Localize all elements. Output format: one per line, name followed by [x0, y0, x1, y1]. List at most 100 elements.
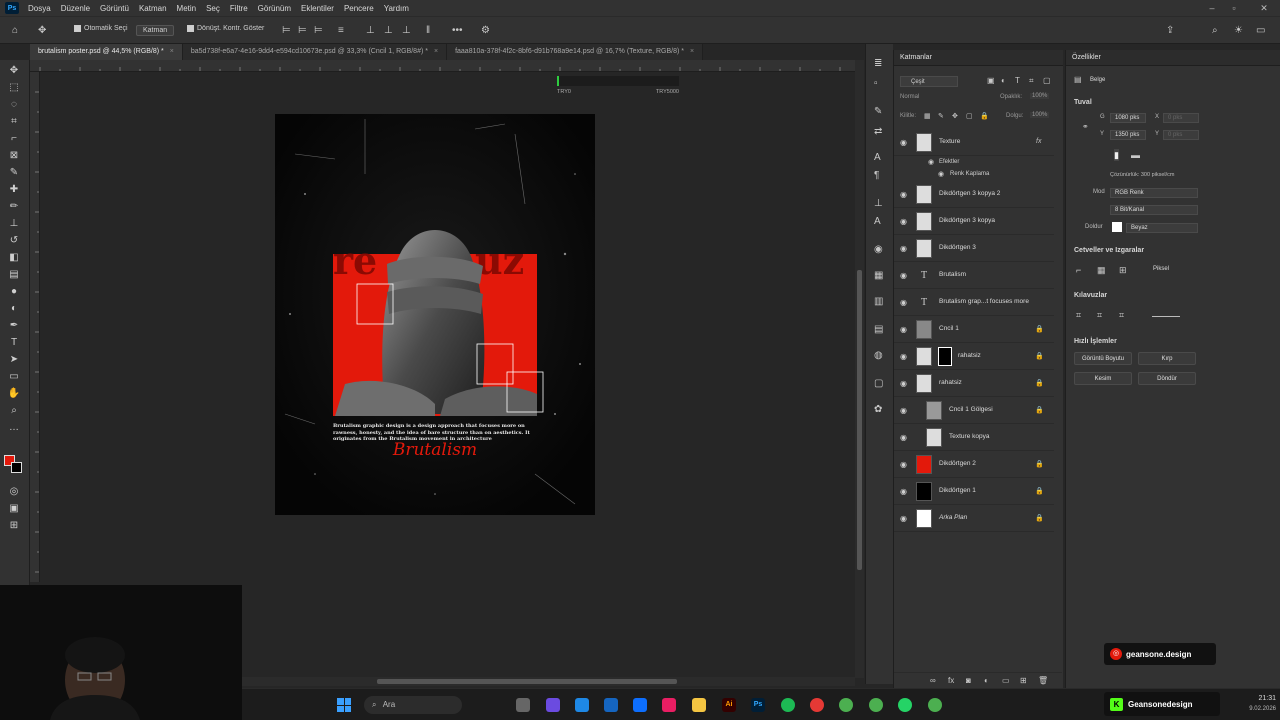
align-center-icon[interactable]: ⊨: [298, 25, 307, 37]
layer-row[interactable]: ◉ T Brutalism grap...t focuses more: [894, 289, 1054, 316]
visibility-eye-icon[interactable]: ◉: [938, 170, 944, 178]
visibility-eye-icon[interactable]: ◉: [928, 158, 934, 166]
layer-row[interactable]: ◉ Dikdörtgen 2 🔒: [894, 451, 1054, 478]
screen-mode-icon[interactable]: ▣: [7, 502, 21, 516]
layer-row[interactable]: ◉ rahatsiz 🔒: [894, 370, 1054, 397]
fill-field[interactable]: 100%: [1030, 112, 1050, 118]
bitdepth-dropdown[interactable]: 8 Bit/Kanal: [1110, 205, 1198, 215]
lock-image-icon[interactable]: ✎: [938, 111, 944, 123]
y-field[interactable]: 0 pks: [1163, 130, 1199, 140]
object-select-icon[interactable]: ⌗: [7, 115, 21, 129]
guide-line-style[interactable]: [1152, 316, 1180, 317]
taskbar-search[interactable]: ⌕ Ara: [364, 696, 462, 714]
grid-toggle-icon[interactable]: ▦: [1097, 264, 1106, 276]
distribute-vertical-icon[interactable]: ‖: [426, 25, 430, 37]
windows-start-icon[interactable]: [337, 698, 351, 712]
rulers-section-title[interactable]: Cetveller ve Izgaralar: [1074, 247, 1144, 254]
pixel-grid-icon[interactable]: ⊞: [1119, 264, 1127, 276]
menu-image[interactable]: Görüntü: [95, 4, 134, 13]
background-color-swatch[interactable]: [11, 462, 22, 473]
channels-panel-icon[interactable]: ▤: [874, 324, 883, 336]
menu-window[interactable]: Pencere: [339, 4, 379, 13]
lock-position-icon[interactable]: ✥: [952, 111, 958, 123]
menu-select[interactable]: Seç: [201, 4, 225, 13]
tab-document-2[interactable]: ba5d738f-e6a7-4e16-9dd4-e594cd10673e.psd…: [182, 44, 448, 60]
auto-select-checkbox[interactable]: Otomatik Seçi: [74, 25, 128, 32]
guide-icon[interactable]: ⌗: [1076, 309, 1081, 321]
visibility-eye-icon[interactable]: ◉: [900, 190, 907, 199]
character-panel-icon[interactable]: A: [874, 152, 881, 164]
new-group-icon[interactable]: ▭: [1002, 675, 1010, 687]
tab-brutalism-poster[interactable]: brutalism poster.psd @ 44,5% (RGB/8) * ×: [30, 44, 183, 60]
chrome-icon[interactable]: [839, 698, 853, 712]
crop-button[interactable]: Kırp: [1138, 352, 1196, 365]
file-explorer-icon[interactable]: [516, 698, 530, 712]
layer-row[interactable]: ◉ Texture fx: [894, 129, 1054, 156]
zoom-tool-icon[interactable]: ⌕: [7, 404, 21, 418]
frame-tool-icon[interactable]: ⊠: [7, 149, 21, 163]
x-field[interactable]: 0 pks: [1163, 113, 1199, 123]
app-icon[interactable]: [810, 698, 824, 712]
eraser-icon[interactable]: ◧: [7, 251, 21, 265]
opacity-field[interactable]: 100%: [1030, 93, 1050, 99]
align-bottom-icon[interactable]: ⊥: [402, 25, 411, 37]
media-icon[interactable]: [662, 698, 676, 712]
libraries-panel-icon[interactable]: ▢: [874, 378, 883, 390]
history-brush-icon[interactable]: ↺: [7, 234, 21, 248]
add-mask-icon[interactable]: ◙: [966, 675, 971, 687]
home-icon[interactable]: ⌂: [12, 25, 18, 37]
scrollbar-thumb[interactable]: [857, 270, 862, 570]
type-tool-icon[interactable]: T: [7, 336, 21, 350]
search-icon[interactable]: ⌕: [1212, 25, 1218, 37]
gradients-panel-icon[interactable]: ▥: [874, 296, 883, 308]
landscape-orientation-icon[interactable]: ▬: [1131, 149, 1140, 161]
visibility-eye-icon[interactable]: ◉: [900, 138, 907, 147]
fx-icon[interactable]: fx: [1036, 138, 1041, 145]
filter-type-icon[interactable]: T: [1015, 75, 1020, 87]
shapes-panel-icon[interactable]: ✿: [874, 404, 882, 416]
visibility-eye-icon[interactable]: ◉: [900, 379, 907, 388]
close-icon[interactable]: ✕: [1258, 2, 1270, 14]
comments-panel-icon[interactable]: ▫: [874, 78, 878, 90]
whatsapp-icon[interactable]: [898, 698, 912, 712]
photoshop-icon[interactable]: Ps: [751, 698, 765, 712]
visibility-eye-icon[interactable]: ◉: [900, 433, 907, 442]
image-size-button[interactable]: Görüntü Boyutu: [1074, 352, 1132, 365]
extras-icon[interactable]: ⊞: [7, 519, 21, 533]
brush-tool-icon[interactable]: ✏: [7, 200, 21, 214]
adjustments-panel-icon[interactable]: ⇄: [874, 126, 882, 138]
visibility-eye-icon[interactable]: ◉: [900, 460, 907, 469]
close-tab-icon[interactable]: ×: [690, 48, 694, 55]
document-canvas[interactable]: re uz Brutalism graphic design is a desi…: [275, 114, 595, 515]
visibility-eye-icon[interactable]: ◉: [900, 406, 907, 415]
lasso-tool-icon[interactable]: ◌: [7, 98, 21, 112]
filter-smart-icon[interactable]: ▢: [1043, 75, 1051, 87]
layer-row[interactable]: ◉ Cncil 1 🔒: [894, 316, 1054, 343]
share-icon[interactable]: ⇪: [1166, 25, 1174, 37]
filter-adjust-icon[interactable]: ◐: [1001, 75, 1006, 87]
spotify-icon[interactable]: [781, 698, 795, 712]
panel-layout-icon[interactable]: ▭: [1256, 25, 1265, 37]
swatches-panel-icon[interactable]: ▦: [874, 270, 883, 282]
filter-pixel-icon[interactable]: ▣: [987, 75, 995, 87]
move-tool-icon[interactable]: ✥: [38, 25, 46, 37]
fill-dropdown[interactable]: Beyaz: [1126, 223, 1198, 233]
distribute-icon[interactable]: ≡: [338, 25, 344, 37]
move-tool-icon[interactable]: ✥: [7, 64, 21, 78]
brush-panel-icon[interactable]: ✎: [874, 106, 882, 118]
pen-tool-icon[interactable]: ✒: [7, 319, 21, 333]
layer-row[interactable]: ◉ Dikdörtgen 3: [894, 235, 1054, 262]
workspace-icon[interactable]: ☀: [1234, 25, 1243, 37]
menu-edit[interactable]: Düzenle: [56, 4, 95, 13]
blur-tool-icon[interactable]: ●: [7, 285, 21, 299]
visibility-eye-icon[interactable]: ◉: [900, 325, 907, 334]
paragraph-panel-icon[interactable]: ¶: [874, 170, 879, 182]
close-tab-icon[interactable]: ×: [434, 48, 438, 55]
layer-row[interactable]: ◉ Texture kopya: [894, 424, 1054, 451]
trash-icon[interactable]: 🗑: [1038, 675, 1048, 687]
adjustment-layer-icon[interactable]: ◐: [984, 675, 989, 687]
menu-type[interactable]: Metin: [172, 4, 202, 13]
menu-view[interactable]: Görünüm: [253, 4, 296, 13]
rectangle-tool-icon[interactable]: ▭: [7, 370, 21, 384]
layer-row[interactable]: ◉ Dikdörtgen 3 kopya 2: [894, 181, 1054, 208]
